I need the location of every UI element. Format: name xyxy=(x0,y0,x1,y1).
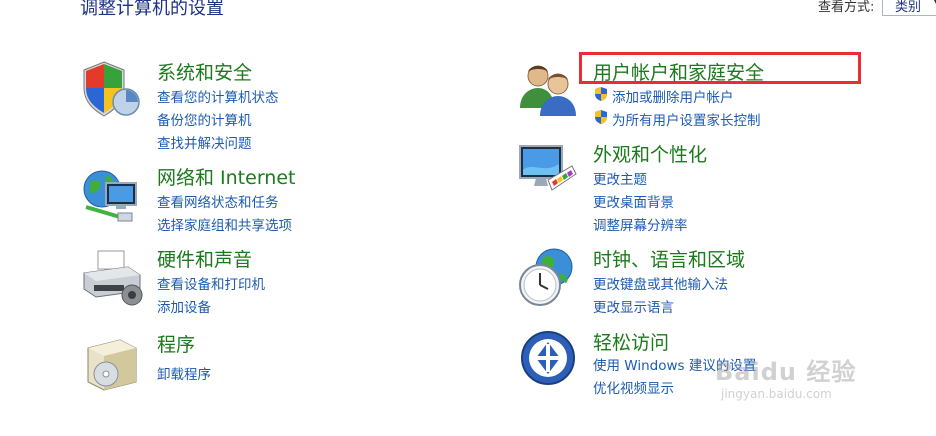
category-title[interactable]: 外观和个性化 xyxy=(593,140,707,167)
monitor-palette-icon xyxy=(519,145,577,191)
clock-globe-icon xyxy=(519,248,573,306)
view-by-value: 类别 xyxy=(895,0,922,15)
link-uninstall-program[interactable]: 卸载程序 xyxy=(157,363,211,383)
shield-icon xyxy=(83,61,140,117)
ease-of-access-icon xyxy=(521,331,575,385)
category-title[interactable]: 程序 xyxy=(157,330,195,357)
link-troubleshoot[interactable]: 查找并解决问题 xyxy=(157,132,252,152)
users-icon xyxy=(520,65,576,116)
link-devices-printers[interactable]: 查看设备和打印机 xyxy=(157,273,265,293)
globe-network-icon xyxy=(83,170,137,222)
category-title[interactable]: 轻松访问 xyxy=(593,328,669,355)
view-by-dropdown[interactable]: 类别 ▼ xyxy=(882,0,936,16)
uac-shield-icon xyxy=(595,87,607,101)
watermark-brand: Baidu 经验 xyxy=(715,358,857,386)
link-view-computer-status[interactable]: 查看您的计算机状态 xyxy=(157,86,279,106)
uac-shield-icon xyxy=(595,110,607,124)
programs-box-icon xyxy=(87,339,137,391)
printer-icon xyxy=(83,250,143,306)
link-change-display-language[interactable]: 更改显示语言 xyxy=(593,296,674,316)
link-add-remove-user[interactable]: 添加或删除用户帐户 xyxy=(612,86,734,106)
category-title[interactable]: 硬件和声音 xyxy=(157,245,252,272)
link-homegroup-sharing[interactable]: 选择家庭组和共享选项 xyxy=(157,214,292,234)
red-highlight-box xyxy=(579,52,861,84)
category-title[interactable]: 系统和安全 xyxy=(157,58,252,85)
link-add-device[interactable]: 添加设备 xyxy=(157,296,211,316)
category-title[interactable]: 时钟、语言和区域 xyxy=(593,245,745,272)
link-backup-computer[interactable]: 备份您的计算机 xyxy=(157,109,252,129)
link-adjust-resolution[interactable]: 调整屏幕分辨率 xyxy=(593,214,688,234)
category-title[interactable]: 网络和 Internet xyxy=(157,163,295,190)
view-by-label: 查看方式: xyxy=(818,0,875,15)
link-change-desktop-background[interactable]: 更改桌面背景 xyxy=(593,191,674,211)
baidu-watermark: Baidu 经验 jingyan.baidu.com xyxy=(715,352,856,401)
link-view-network-status[interactable]: 查看网络状态和任务 xyxy=(157,191,279,211)
link-parental-controls[interactable]: 为所有用户设置家长控制 xyxy=(612,109,761,129)
link-change-theme[interactable]: 更改主题 xyxy=(593,168,647,188)
watermark-url: jingyan.baidu.com xyxy=(721,387,832,401)
link-change-input-method[interactable]: 更改键盘或其他输入法 xyxy=(593,273,728,293)
page-title: 调整计算机的设置 xyxy=(80,0,224,19)
link-optimize-visual-display[interactable]: 优化视频显示 xyxy=(593,377,674,397)
